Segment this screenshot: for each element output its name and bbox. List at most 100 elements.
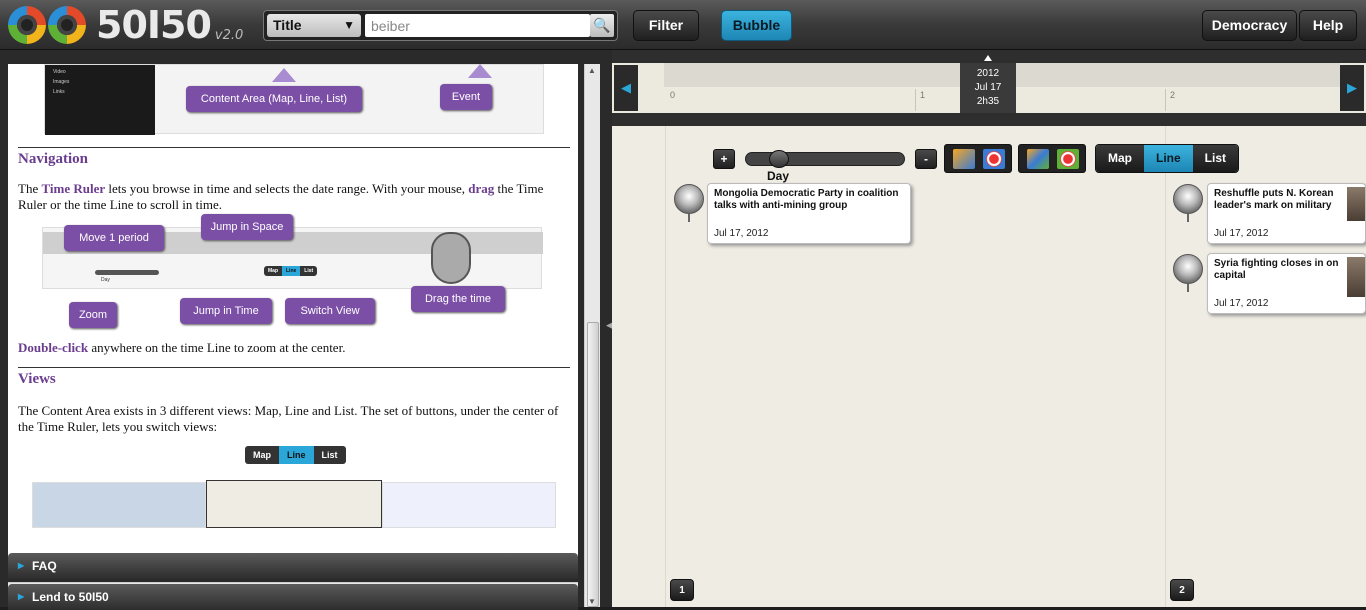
search-field-select[interactable]: Title ▼ (267, 14, 361, 37)
callout-jump-time: Jump in Time (180, 298, 272, 324)
timeline-guide (1165, 126, 1166, 607)
panel-splitter[interactable]: ◀ (605, 50, 613, 607)
zoom-slider-knob[interactable] (769, 150, 789, 168)
line-view-thumbnail (206, 480, 382, 528)
divider (18, 147, 570, 148)
jump-time-group (944, 144, 1012, 173)
bubble-button[interactable]: Bubble (721, 10, 792, 41)
double-click-paragraph: Double-click anywhere on the time Line t… (18, 340, 346, 355)
event-title: Mongolia Democratic Party in coalition t… (714, 188, 899, 211)
logo[interactable]: 50I50 v2.0 (8, 3, 244, 47)
gear-logo-icon (8, 6, 46, 44)
ruler-next-button[interactable]: ▶ (1340, 65, 1364, 111)
zoom-in-button[interactable]: + (713, 149, 735, 169)
callout-switch-view: Switch View (285, 298, 375, 324)
search-field-label: Title (273, 17, 302, 33)
ruler-prev-button[interactable]: ◀ (614, 65, 638, 111)
event-title: Reshuffle puts N. Korean leader's mark o… (1214, 188, 1334, 211)
top-bar: 50I50 v2.0 Title ▼ 🔍 Filter Bubble Democ… (0, 0, 1366, 50)
navigation-paragraph: The Time Ruler lets you browse in time a… (18, 181, 544, 212)
search-bar: Title ▼ 🔍 (263, 10, 618, 41)
event-date: Jul 17, 2012 (1214, 298, 1269, 309)
ruler-gridline (1165, 89, 1166, 111)
version-label: v2.0 (214, 27, 244, 43)
map-view-thumbnail (32, 482, 206, 528)
ruler-gridline (915, 89, 916, 111)
views-paragraph: The Content Area exists in 3 different v… (18, 403, 559, 434)
cursor-date: Jul 17 (974, 82, 1002, 93)
calendar-map-icon[interactable] (1027, 149, 1049, 169)
chevron-right-icon: ▶ (18, 592, 25, 601)
ruler-bottom-bar (612, 113, 1366, 126)
screenshot-sidebar-item: Video (53, 69, 66, 75)
scroll-up-icon[interactable]: ▲ (588, 66, 596, 75)
callout-zoom: Zoom (69, 302, 117, 328)
event-pin-icon[interactable] (1173, 184, 1203, 222)
list-view-thumbnail (382, 482, 556, 528)
illustration-slider (95, 270, 159, 275)
callout-move-period: Move 1 period (64, 225, 164, 251)
chevron-down-icon: ▼ (343, 18, 355, 32)
arrow-up-icon (468, 64, 492, 78)
search-icon[interactable]: 🔍 (590, 14, 614, 37)
view-switch: Map Line List (1095, 144, 1240, 173)
navigation-heading: Navigation (18, 151, 89, 167)
view-map-button[interactable]: Map (1096, 145, 1144, 172)
event-card[interactable]: Reshuffle puts N. Korean leader's mark o… (1207, 183, 1366, 244)
help-panel: Video Images Links Content Area (Map, Li… (0, 50, 605, 610)
callout-jump-space: Jump in Space (201, 214, 293, 240)
zoom-slider[interactable] (745, 150, 905, 168)
filter-button[interactable]: Filter (633, 10, 699, 41)
callout-event: Event (440, 84, 492, 110)
event-date: Jul 17, 2012 (714, 228, 769, 239)
timeline-guide (665, 126, 666, 607)
event-pin-icon[interactable] (1173, 254, 1203, 292)
accordion-label: FAQ (32, 559, 57, 573)
cursor-top-icon (984, 55, 992, 61)
zoom-out-button[interactable]: - (915, 149, 937, 169)
ruler-tick: 2 (1170, 90, 1176, 100)
views-button-example: Map Line List (245, 446, 346, 464)
event-thumbnail (1347, 187, 1365, 221)
event-card[interactable]: Mongolia Democratic Party in coalition t… (707, 183, 911, 244)
screenshot-sidebar: Video Images Links (45, 65, 155, 135)
accordion-lend[interactable]: ▶ Lend to 50I50 (8, 584, 578, 610)
accordion-label: Lend to 50I50 (32, 590, 109, 604)
help-button[interactable]: Help (1299, 10, 1357, 41)
gear-logo-icon (48, 6, 86, 44)
jump-space-group (1018, 144, 1086, 173)
event-card[interactable]: Syria fighting closes in on capital Jul … (1207, 253, 1366, 314)
target-icon[interactable] (983, 149, 1005, 169)
screenshot-sidebar-item: Images (53, 79, 70, 85)
scroll-down-icon[interactable]: ▼ (588, 597, 596, 606)
view-list-button[interactable]: List (1192, 145, 1239, 172)
page-2-button[interactable]: 2 (1170, 579, 1194, 601)
view-line-button[interactable]: Line (1144, 145, 1193, 172)
scroll-thumb[interactable] (587, 322, 599, 607)
callout-content-area: Content Area (Map, Line, List) (186, 86, 362, 112)
divider (18, 367, 570, 368)
search-input[interactable] (365, 14, 590, 37)
event-thumbnail (1347, 257, 1365, 297)
illustration-day-label: Day (101, 277, 110, 283)
ruler-tick: 0 (670, 90, 676, 100)
time-cursor[interactable]: 2012 Jul 17 2h35 (960, 63, 1016, 113)
target-map-icon[interactable] (1057, 149, 1079, 169)
mouse-icon (431, 232, 471, 284)
vertical-scrollbar[interactable]: ▲ ▼ (584, 64, 600, 607)
democracy-button[interactable]: Democracy (1202, 10, 1297, 41)
cursor-time: 2h35 (976, 96, 1000, 107)
calendar-icon[interactable] (953, 149, 975, 169)
arrow-up-icon (272, 68, 296, 82)
ruler-tick: 1 (920, 90, 926, 100)
chevron-right-icon: ▶ (18, 561, 25, 570)
accordion-faq[interactable]: ▶ FAQ (8, 553, 578, 579)
help-document[interactable]: Video Images Links Content Area (Map, Li… (8, 64, 578, 578)
page-1-button[interactable]: 1 (670, 579, 694, 601)
logo-text: 50I50 (96, 3, 212, 47)
event-pin-icon[interactable] (674, 184, 704, 222)
illustration-view-switch: Map Line List (264, 266, 318, 276)
zoom-level-label: Day (767, 169, 790, 183)
event-title: Syria fighting closes in on capital (1214, 258, 1339, 281)
screenshot-sidebar-item: Links (53, 89, 65, 95)
